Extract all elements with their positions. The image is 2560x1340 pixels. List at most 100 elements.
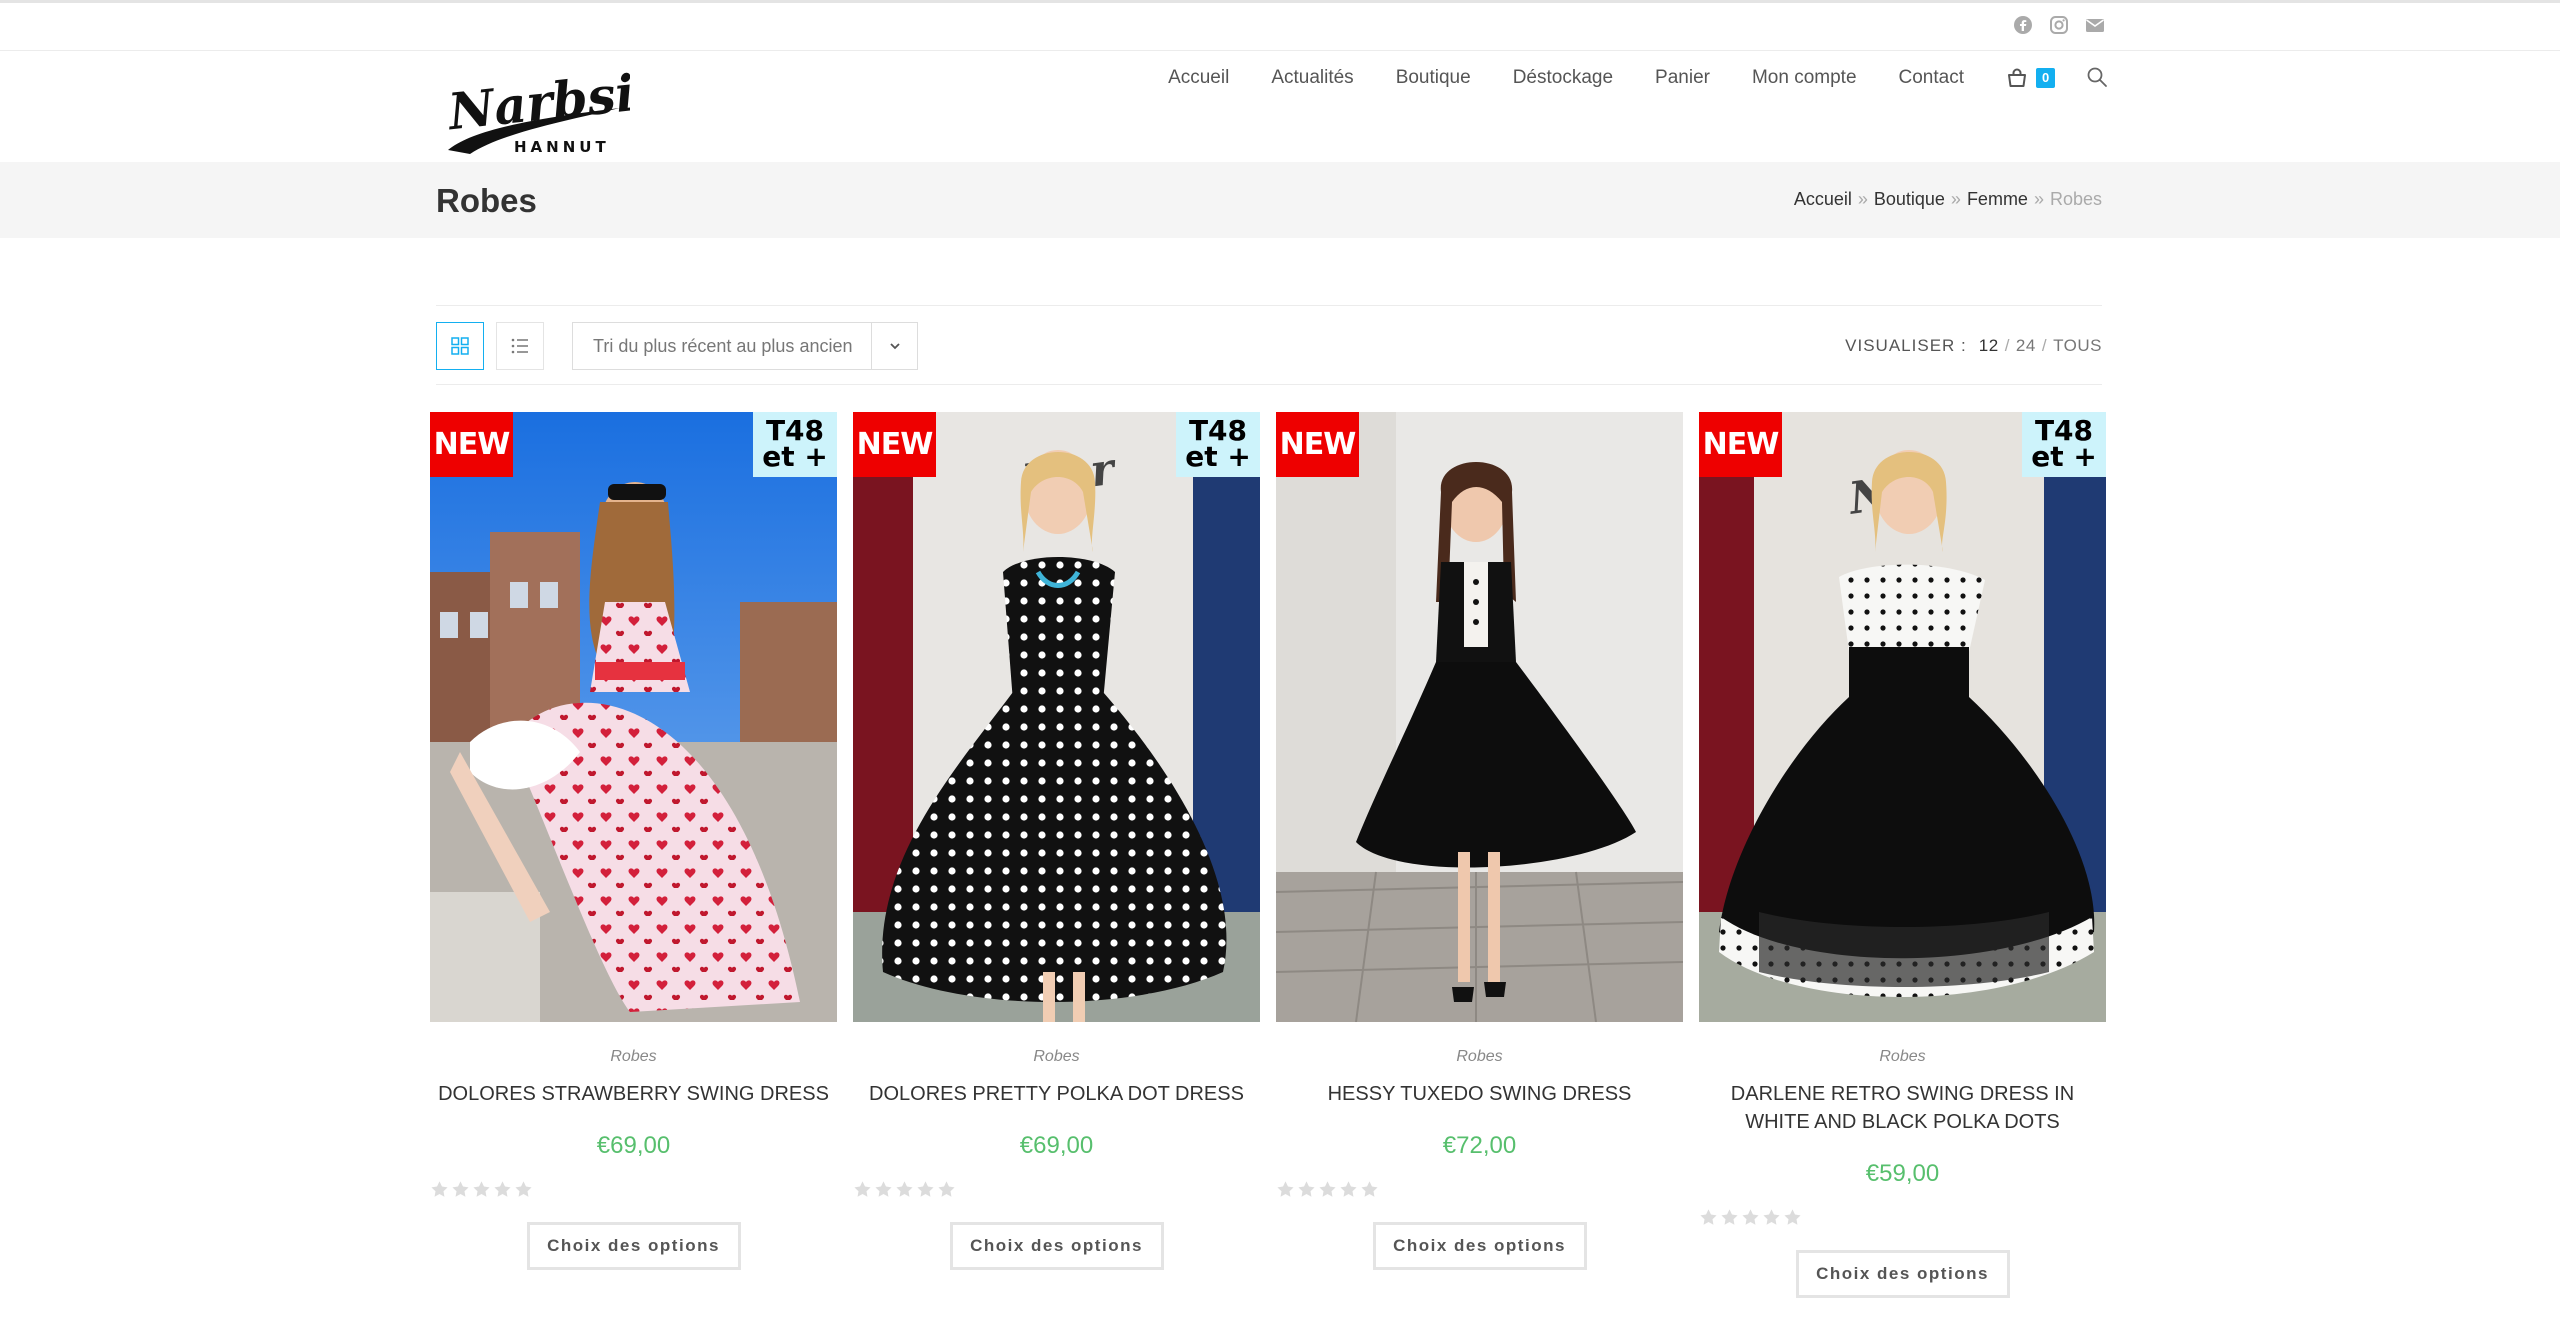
instagram-icon[interactable] [2049, 15, 2069, 35]
star-icon [1741, 1208, 1760, 1227]
site-logo[interactable]: Narbsik HANNUT [440, 62, 630, 158]
cart-button[interactable]: 0 [2006, 63, 2056, 93]
search-icon [2087, 67, 2107, 87]
nav-item-actualites[interactable]: Actualités [1271, 67, 1353, 89]
new-badge: NEW [853, 412, 936, 477]
star-icon [514, 1180, 533, 1199]
product-price: €72,00 [1442, 1132, 1517, 1159]
size-badge: T48 et + [2022, 412, 2106, 477]
nav-item-destockage[interactable]: Déstockage [1513, 67, 1613, 89]
site-header: Narbsik HANNUT Accueil Actualités Boutiq… [0, 52, 2560, 162]
star-icon [472, 1180, 491, 1199]
breadcrumb-separator: » [1950, 189, 1961, 209]
per-page-option-12[interactable]: 12 [1979, 336, 1999, 356]
search-button[interactable] [2086, 66, 2110, 90]
breadcrumb-current: Robes [2049, 189, 2102, 209]
star-icon [451, 1180, 470, 1199]
logo-script: Narbsik [444, 62, 630, 142]
product-card: NEW T48 et + Robes DOLORES STRAWBERRY SW… [430, 412, 837, 1270]
top-bar [0, 3, 2560, 51]
sort-select[interactable]: Tri du plus récent au plus ancien [572, 322, 918, 370]
list-view-button[interactable] [496, 322, 544, 370]
product-image[interactable]: Nar NEW T48 et + [1699, 412, 2106, 1022]
nav-item-panier[interactable]: Panier [1655, 67, 1710, 89]
nav-item-contact[interactable]: Contact [1899, 67, 1964, 89]
product-image[interactable]: NEW T48 et + [430, 412, 837, 1022]
nav-item-accueil[interactable]: Accueil [1168, 67, 1229, 89]
select-options-button[interactable]: Choix des options [1372, 1222, 1587, 1270]
star-icon [1720, 1208, 1739, 1227]
shopping-bag-icon [2008, 68, 2026, 87]
per-page-separator: / [2041, 336, 2048, 355]
list-icon [511, 338, 528, 354]
size-badge: T48 et + [753, 412, 837, 477]
chevron-down-icon [889, 343, 900, 350]
grid-icon [451, 337, 469, 355]
product-category[interactable]: Robes [430, 1048, 837, 1066]
product-title[interactable]: DARLENE RETRO SWING DRESS IN WHITE AND B… [1699, 1080, 2106, 1136]
star-icon [1699, 1208, 1718, 1227]
star-icon [1276, 1180, 1295, 1199]
star-icon [1297, 1180, 1316, 1199]
product-price: €69,00 [596, 1132, 671, 1159]
star-rating [853, 1180, 1260, 1202]
social-links [2013, 15, 2105, 35]
product-image[interactable]: Nar NEW T48 et + [853, 412, 1260, 1022]
envelope-icon[interactable] [2085, 15, 2105, 35]
breadcrumb: Accueil » Boutique » Femme » Robes [1794, 189, 2102, 210]
per-page-option-24[interactable]: 24 [2016, 336, 2036, 356]
cart-count-badge: 0 [2036, 68, 2056, 88]
star-icon [853, 1180, 872, 1199]
star-icon [874, 1180, 893, 1199]
logo-subtitle: HANNUT [514, 138, 610, 156]
size-badge-line2: et + [2031, 440, 2097, 473]
per-page-label: VISUALISER : [1845, 336, 1967, 355]
select-options-button[interactable]: Choix des options [949, 1222, 1164, 1270]
star-rating [1276, 1180, 1683, 1202]
product-category[interactable]: Robes [853, 1048, 1260, 1066]
product-title[interactable]: DOLORES STRAWBERRY SWING DRESS [430, 1080, 837, 1108]
per-page-separator: / [2004, 336, 2010, 355]
star-rating [1699, 1208, 2106, 1230]
nav-item-boutique[interactable]: Boutique [1396, 67, 1471, 89]
star-icon [1339, 1180, 1358, 1199]
star-icon [1360, 1180, 1379, 1199]
star-icon [1762, 1208, 1781, 1227]
product-card: Nar NEW T48 et + Robes DARLENE RETRO SWI… [1699, 412, 2106, 1298]
size-badge-line2: et + [762, 440, 828, 473]
nav-item-mon-compte[interactable]: Mon compte [1752, 67, 1857, 89]
size-badge-line2: et + [1185, 440, 1251, 473]
breadcrumb-separator: » [2033, 189, 2044, 209]
page-title: Robes [436, 182, 537, 219]
star-icon [895, 1180, 914, 1199]
new-badge: NEW [1699, 412, 1782, 477]
new-badge: NEW [1276, 412, 1359, 477]
breadcrumb-separator: » [1857, 189, 1868, 209]
star-icon [1318, 1180, 1337, 1199]
star-icon [916, 1180, 935, 1199]
sort-select-value: Tri du plus récent au plus ancien [593, 335, 853, 356]
breadcrumb-boutique[interactable]: Boutique [1874, 189, 1945, 210]
shop-toolbar: Tri du plus récent au plus ancien VISUAL… [436, 305, 2102, 385]
select-options-button[interactable]: Choix des options [526, 1222, 741, 1270]
product-price: €69,00 [1019, 1132, 1094, 1159]
product-title[interactable]: DOLORES PRETTY POLKA DOT DRESS [853, 1080, 1260, 1108]
star-rating [430, 1180, 837, 1202]
per-page-option-all[interactable]: TOUS [2053, 336, 2102, 356]
sort-select-toggle[interactable] [871, 323, 917, 369]
product-title[interactable]: HESSY TUXEDO SWING DRESS [1276, 1080, 1683, 1108]
per-page-selector: VISUALISER : 12 / 24 / TOUS [1845, 336, 2102, 356]
product-image[interactable]: NEW [1276, 412, 1683, 1022]
breadcrumb-accueil[interactable]: Accueil [1794, 189, 1852, 210]
breadcrumb-femme[interactable]: Femme [1967, 189, 2028, 210]
grid-view-button[interactable] [436, 322, 484, 370]
star-icon [937, 1180, 956, 1199]
product-category[interactable]: Robes [1276, 1048, 1683, 1066]
facebook-icon[interactable] [2013, 15, 2033, 35]
star-icon [1783, 1208, 1802, 1227]
new-badge: NEW [430, 412, 513, 477]
main-nav: Accueil Actualités Boutique Déstockage P… [1126, 60, 2110, 96]
size-badge: T48 et + [1176, 412, 1260, 477]
product-category[interactable]: Robes [1699, 1048, 2106, 1066]
select-options-button[interactable]: Choix des options [1795, 1250, 2010, 1298]
